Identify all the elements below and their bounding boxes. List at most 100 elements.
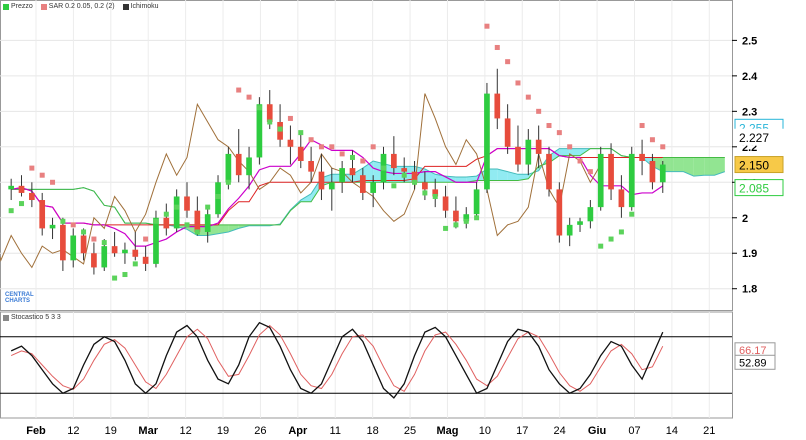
candle-body xyxy=(349,168,356,176)
sar-dot xyxy=(639,123,645,129)
candle-body xyxy=(391,153,397,169)
sar-dot xyxy=(546,123,552,129)
price-tick-label: 2.4 xyxy=(742,71,758,83)
date-tick-label: Giu xyxy=(588,425,606,437)
date-tick-label: 14 xyxy=(666,425,678,437)
legend-price: Prezzo xyxy=(3,3,33,10)
sar-dot xyxy=(401,172,407,178)
sar-dot xyxy=(39,172,45,178)
sar-dot xyxy=(432,193,438,199)
candle-body xyxy=(453,210,459,222)
candle-body xyxy=(246,157,252,176)
date-tick-label: 18 xyxy=(367,425,379,437)
candle-body xyxy=(235,153,242,176)
candle-body xyxy=(132,249,139,257)
date-tick-label: 11 xyxy=(330,425,341,437)
value-label-text: 2.150 xyxy=(739,159,769,173)
candle-body xyxy=(484,93,490,190)
sar-dot xyxy=(608,236,614,242)
candle-body xyxy=(597,153,604,208)
candle-body xyxy=(39,200,46,229)
sar-dot xyxy=(443,225,449,231)
date-tick-label: 25 xyxy=(404,425,416,437)
candle-body xyxy=(8,185,15,190)
candle-body xyxy=(328,182,335,190)
sar-dot xyxy=(70,222,76,228)
sar-dot xyxy=(525,94,531,100)
candle-body xyxy=(401,168,408,172)
candle-body xyxy=(204,214,211,232)
candle-body xyxy=(173,196,180,229)
sar-dot xyxy=(370,144,376,150)
candle-body xyxy=(256,104,263,158)
candle-body xyxy=(504,118,511,147)
candle-body xyxy=(649,161,656,183)
date-tick-label: 19 xyxy=(105,425,117,437)
stochastic-legend-label: Stocastico 5 3 3 xyxy=(11,314,61,321)
candle-body xyxy=(266,104,273,122)
sar-dot xyxy=(267,119,273,125)
sar-dot xyxy=(236,87,242,93)
stochastic-swatch-icon xyxy=(3,314,9,321)
sar-swatch-icon xyxy=(40,3,47,10)
price-tick-label: 1.8 xyxy=(742,284,757,296)
candle-body xyxy=(184,196,190,211)
candle-body xyxy=(153,217,159,264)
sar-dot xyxy=(629,211,635,217)
candle-body xyxy=(70,235,77,261)
sar-dot xyxy=(174,204,180,210)
sar-dot xyxy=(215,193,221,199)
sar-dot xyxy=(50,179,56,185)
candle-body xyxy=(101,246,108,268)
date-tick-label: Mag xyxy=(436,425,458,437)
candle-body xyxy=(91,253,97,268)
candle-body xyxy=(142,256,149,264)
stochastic-k-line xyxy=(10,321,664,399)
sar-dot xyxy=(143,236,149,242)
candle-body xyxy=(29,192,35,201)
date-tick-label: Mar xyxy=(138,425,158,437)
candle-body xyxy=(577,221,583,225)
stochastic-legend: Stocastico 5 3 3 xyxy=(3,314,61,321)
candle-body xyxy=(318,171,325,190)
date-tick-label: 17 xyxy=(516,425,528,437)
sar-dot xyxy=(515,80,521,86)
sar-dot xyxy=(536,108,542,114)
legend-sar: SAR 0.2 0.05, 0.2 (2) xyxy=(40,3,115,10)
sar-dot xyxy=(618,229,624,235)
logo-line2: CHARTS xyxy=(5,298,30,304)
ichimoku-cloud-segment xyxy=(683,157,694,177)
candle-body xyxy=(556,189,563,236)
candle-body xyxy=(494,93,501,119)
legend-price-label: Prezzo xyxy=(11,3,33,10)
date-tick-label: 12 xyxy=(67,425,79,437)
sar-dot xyxy=(256,105,262,111)
candle-body xyxy=(639,153,645,161)
candle-body xyxy=(80,235,87,254)
candle-body xyxy=(111,246,118,254)
sar-dot xyxy=(339,151,345,157)
candle-body xyxy=(587,207,594,222)
ichimoku-cloud-segment xyxy=(424,168,436,183)
senkou-span-a-line xyxy=(11,148,725,236)
candle-body xyxy=(18,185,25,193)
candle-body xyxy=(194,210,201,232)
ichimoku-swatch-icon xyxy=(122,3,129,10)
sar-dot xyxy=(246,94,252,100)
date-tick-label: 26 xyxy=(254,425,266,437)
sar-dot xyxy=(318,144,324,150)
sar-dot xyxy=(649,137,655,143)
sar-dot xyxy=(463,218,469,224)
sar-dot xyxy=(577,158,583,164)
sar-dot xyxy=(8,208,14,214)
sar-dot xyxy=(194,229,200,235)
candle-body xyxy=(608,153,614,190)
sar-dot xyxy=(598,243,604,249)
candle-body xyxy=(422,182,428,190)
sar-dot xyxy=(112,275,118,281)
date-tick-label: 21 xyxy=(703,425,715,437)
date-tick-label: Feb xyxy=(26,425,46,437)
candle-body xyxy=(370,182,377,193)
price-tick-label: 1.9 xyxy=(742,248,757,260)
sar-dot xyxy=(19,201,25,207)
